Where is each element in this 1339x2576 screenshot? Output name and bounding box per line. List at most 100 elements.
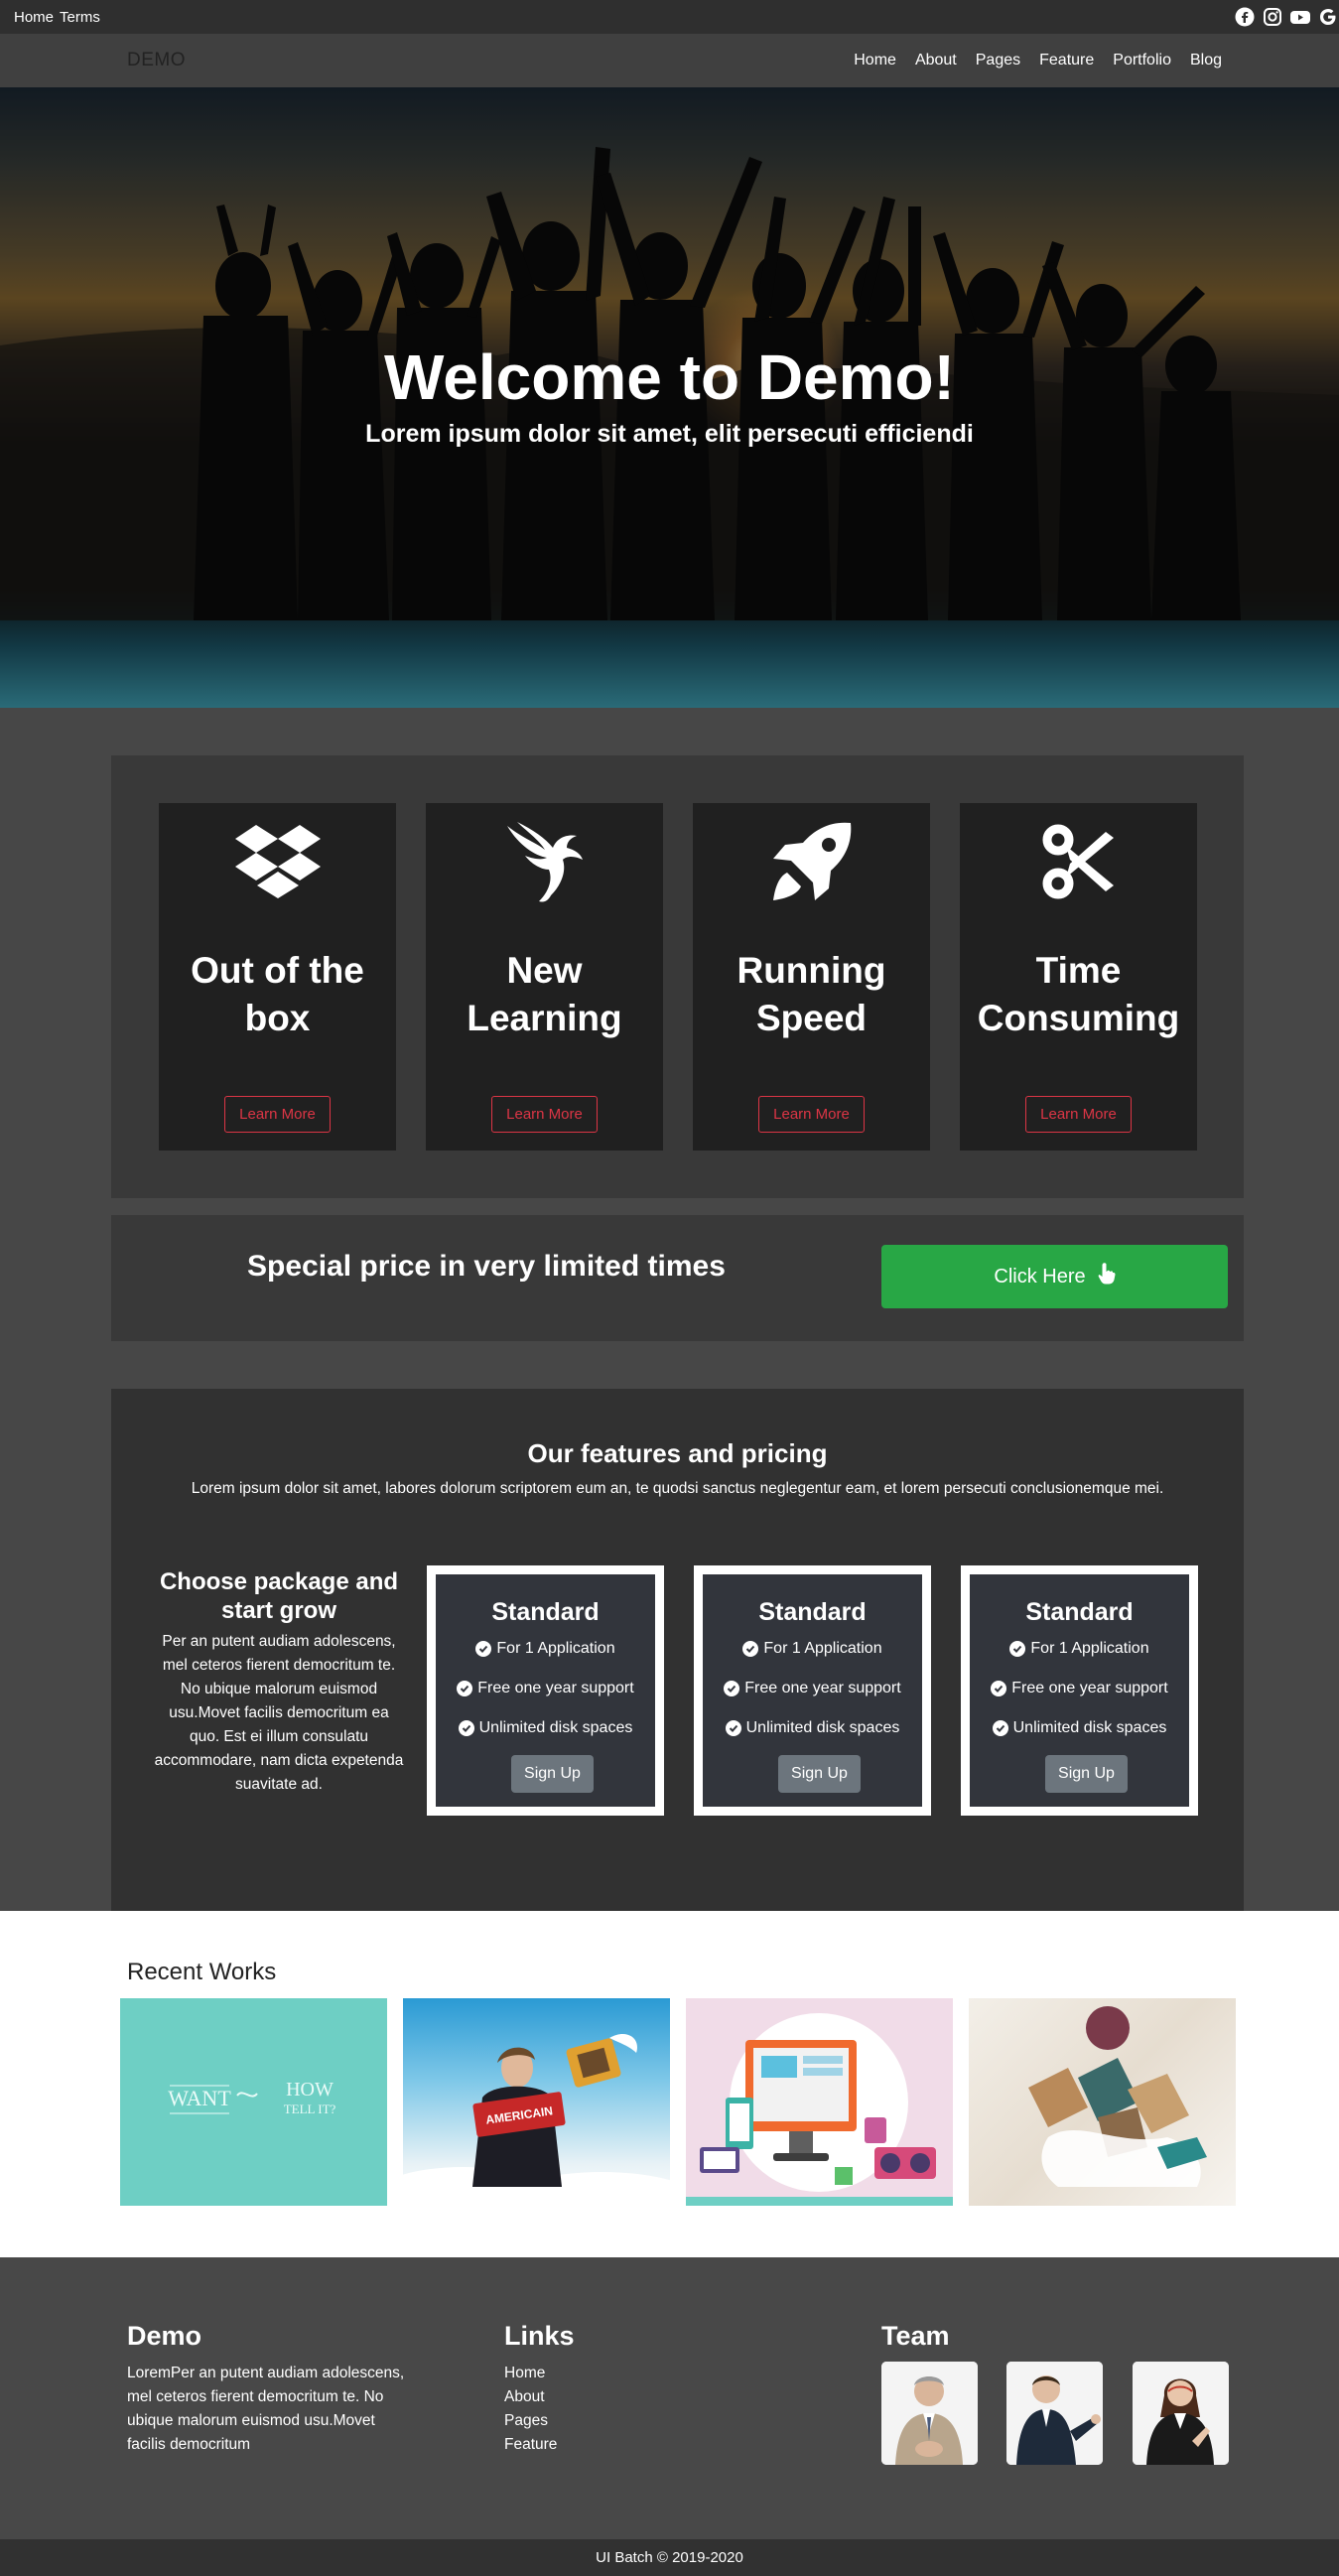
plan-feature: Free one year support [703,1680,922,1697]
nav-item-pages[interactable]: Pages [976,52,1020,69]
plan-feature: Free one year support [970,1680,1189,1697]
check-circle-icon [1009,1641,1026,1657]
nav-item-about[interactable]: About [915,52,957,69]
footer-link-feature[interactable]: Feature [504,2433,557,2457]
copyright-bar: UI Batch © 2019-2020 [0,2539,1339,2576]
plan-feature: Unlimited disk spaces [970,1719,1189,1737]
footer-team-title: Team [881,2321,950,2351]
plan-feature-text: Unlimited disk spaces [478,1719,633,1736]
work-thumbnail[interactable] [686,1998,953,2206]
hero-subtitle: Lorem ipsum dolor sit amet, elit persecu… [365,420,974,448]
service-title-line2: box [244,998,311,1038]
pricing-section: Our features and pricing Lorem ipsum dol… [111,1389,1244,1911]
plan-feature: For 1 Application [970,1640,1189,1658]
service-title-line1: Out of the [191,950,364,991]
plan-feature-text: For 1 Application [763,1640,882,1657]
google-icon[interactable] [1317,6,1339,28]
check-circle-icon [991,1681,1007,1696]
learn-more-button[interactable]: Learn More [491,1096,598,1133]
pricing-plan-card: Standard For 1 Application Free one year… [694,1565,931,1816]
plan-feature: Unlimited disk spaces [703,1719,922,1737]
plan-feature-text: Unlimited disk spaces [745,1719,900,1736]
thumb1-word-c: TELL IT? [284,2101,336,2116]
nav-item-portfolio[interactable]: Portfolio [1113,52,1171,69]
thumb1-word-b: HOW [286,2079,334,2101]
check-circle-icon [458,1720,474,1736]
hero-title: Welcome to Demo! [384,341,955,413]
team-member-photo[interactable] [881,2362,978,2465]
plan-name: Standard [491,1598,600,1626]
plan-feature-text: For 1 Application [1030,1640,1149,1657]
check-circle-icon [475,1641,492,1657]
phoenix-icon [426,817,663,906]
sign-up-button[interactable]: Sign Up [1045,1755,1128,1793]
pricing-plan-card: Standard For 1 Application Free one year… [427,1565,664,1816]
package-description: Per an putent audiam adolescens, mel cet… [154,1633,404,1793]
facebook-icon[interactable] [1234,6,1256,28]
scissors-icon [960,817,1197,906]
service-title-line1: New [506,950,583,991]
check-circle-icon [457,1681,473,1696]
learn-more-button[interactable]: Learn More [224,1096,331,1133]
service-title-line1: Running [736,950,886,991]
plan-feature-text: Free one year support [744,1680,901,1696]
service-title-line2: Speed [755,998,868,1038]
plan-feature: For 1 Application [703,1640,922,1658]
plan-feature: Unlimited disk spaces [436,1719,655,1737]
cta-text: Special price in very limited times [247,1250,726,1283]
cta-section: Special price in very limited times Clic… [111,1215,1244,1341]
footer-link-pages[interactable]: Pages [504,2409,557,2433]
pricing-subtitle: Lorem ipsum dolor sit amet, labores dolo… [191,1480,1164,1497]
main-nav: DEMO Home About Pages Feature Portfolio … [0,34,1339,87]
service-title: Time Consuming [960,947,1197,1042]
service-title: Running Speed [693,947,930,1042]
social-icons [1234,6,1339,28]
work-thumbnail[interactable] [969,1998,1236,2206]
service-card: Running Speed Learn More [693,803,930,1151]
learn-more-button[interactable]: Learn More [1025,1096,1132,1133]
plan-name: Standard [1025,1598,1134,1626]
learn-more-button[interactable]: Learn More [758,1096,865,1133]
sign-up-button[interactable]: Sign Up [511,1755,594,1793]
package-heading-line2: start grow [220,1597,336,1624]
nav-item-home[interactable]: Home [854,52,896,69]
brand-logo[interactable]: DEMO [127,50,186,71]
plan-feature-text: Free one year support [477,1680,634,1696]
top-link-home[interactable]: Home [14,9,54,26]
top-link-terms[interactable]: Terms [60,9,100,26]
plan-feature: For 1 Application [436,1640,655,1658]
service-title-line2: Consuming [977,998,1180,1038]
footer-link-about[interactable]: About [504,2385,557,2409]
recent-works-title: Recent Works [127,1959,277,1985]
work-thumbnail[interactable]: WANT HOW TELL IT? [120,1998,387,2206]
footer-about-text: LoremPer an putent audiam adolescens, me… [127,2365,405,2453]
plan-feature-text: Free one year support [1011,1680,1168,1696]
plan-feature-text: For 1 Application [496,1640,615,1657]
nav-item-feature[interactable]: Feature [1039,52,1094,69]
pricing-plan-card: Standard For 1 Application Free one year… [961,1565,1198,1816]
youtube-icon[interactable] [1289,6,1311,28]
team-member-photo[interactable] [1133,2362,1229,2465]
check-circle-icon [724,1681,740,1696]
click-here-button[interactable]: Click Here [881,1245,1228,1308]
footer-link-home[interactable]: Home [504,2362,557,2385]
footer-links: Home About Pages Feature [504,2362,557,2457]
check-circle-icon [992,1720,1008,1736]
check-circle-icon [742,1641,759,1657]
dropbox-icon [159,817,396,906]
team-member-photo[interactable] [1006,2362,1103,2465]
instagram-icon[interactable] [1262,6,1283,28]
check-circle-icon [725,1720,741,1736]
plan-feature: Free one year support [436,1680,655,1697]
hero-banner: Welcome to Demo! Lorem ipsum dolor sit a… [0,87,1339,708]
sign-up-button[interactable]: Sign Up [778,1755,861,1793]
click-here-label: Click Here [994,1265,1086,1288]
top-links: Home Terms [14,9,100,26]
hand-pointer-icon [1098,1263,1116,1290]
work-thumbnail[interactable]: AMERICAIN [403,1998,670,2206]
footer-about-title: Demo [127,2321,202,2351]
nav-item-blog[interactable]: Blog [1190,52,1222,69]
service-card: Time Consuming Learn More [960,803,1197,1151]
pricing-title: Our features and pricing [527,1438,828,1468]
service-title: New Learning [426,947,663,1042]
